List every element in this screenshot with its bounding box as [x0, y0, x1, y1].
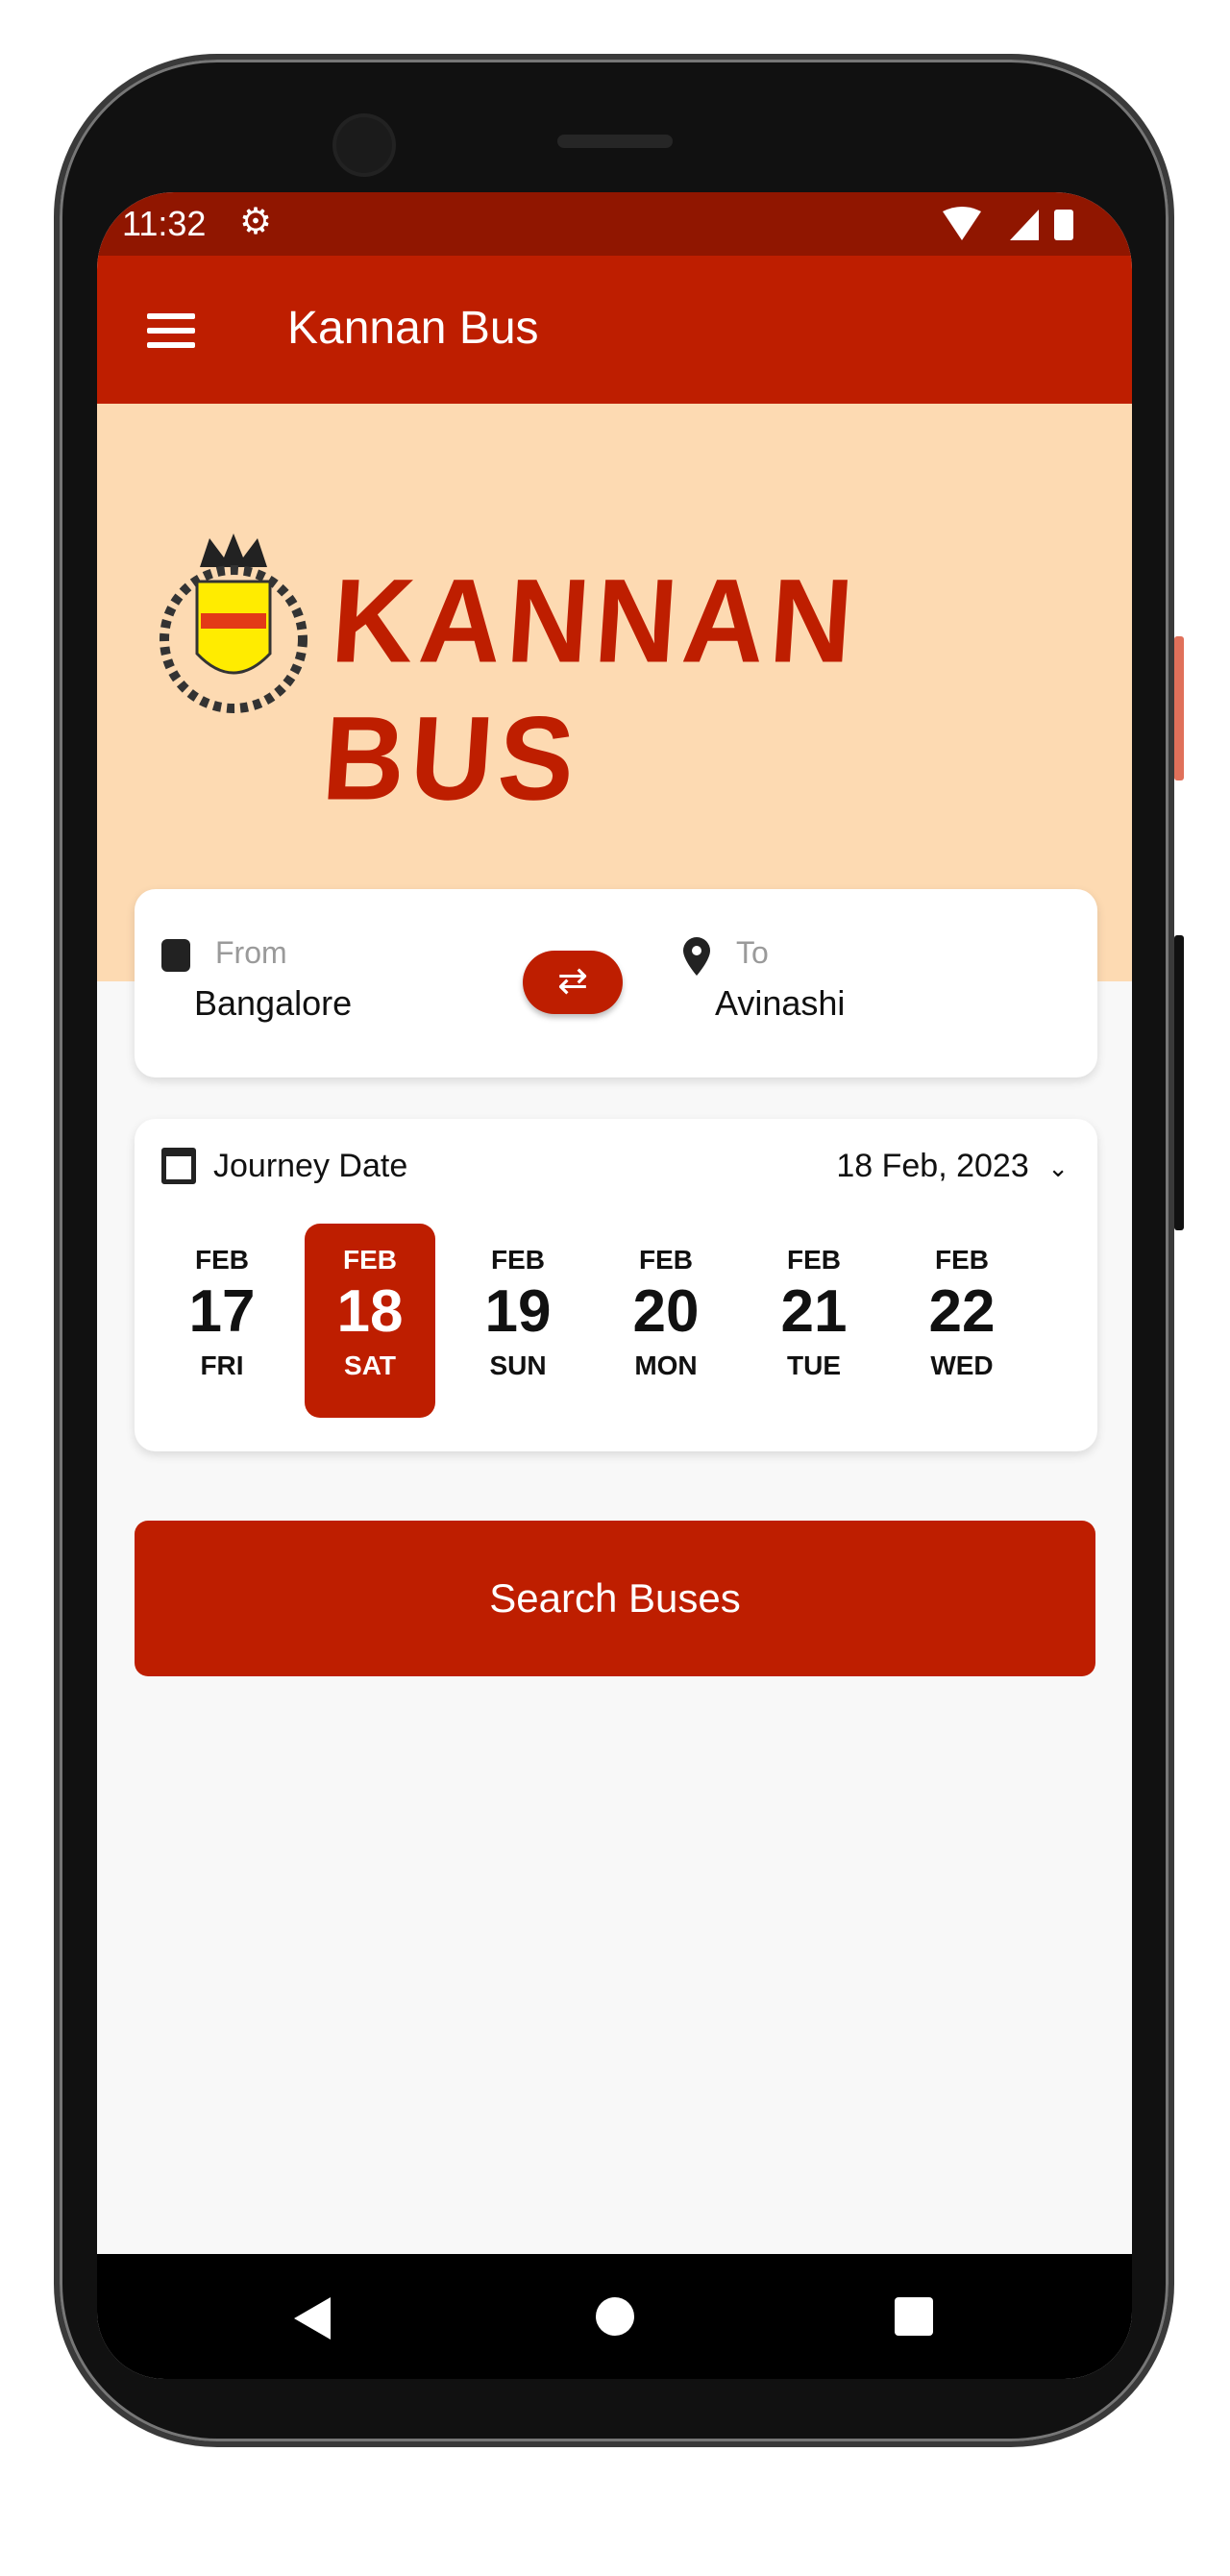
calendar-icon [161, 1148, 196, 1184]
recents-icon[interactable] [895, 2297, 933, 2336]
screen: 11:32 ⚙ Kannan Bus KANNAN BUS From Banga… [97, 192, 1132, 2379]
back-icon[interactable] [294, 2297, 332, 2340]
date-strip: FEB 17 FRI FEB 18 SAT FEB 19 SUN FEB 20 MON FEB 2… [157, 1224, 1027, 1418]
power-button [1174, 935, 1184, 1230]
bus-icon [161, 939, 190, 972]
logo-text: KANNAN BUS [318, 555, 863, 826]
to-label: To [736, 935, 769, 970]
route-card: From Bangalore ⇄ To Avinashi [135, 889, 1097, 1077]
date-option-17[interactable]: FEB 17 FRI [157, 1224, 287, 1418]
chevron-down-icon: ⌄ [1047, 1153, 1069, 1182]
weekday: SAT [344, 1350, 396, 1381]
from-label: From [215, 935, 287, 970]
date-option-18-selected[interactable]: FEB 18 SAT [305, 1224, 435, 1418]
signal-icon [1010, 210, 1039, 240]
date-option-22[interactable]: FEB 22 WED [897, 1224, 1027, 1418]
journey-date-label: Journey Date [213, 1148, 408, 1184]
search-buses-button[interactable]: Search Buses [135, 1521, 1095, 1676]
month: FEB [787, 1245, 841, 1275]
location-pin-icon [683, 937, 710, 976]
hamburger-menu-icon[interactable] [147, 313, 195, 348]
day: 18 [336, 1278, 404, 1345]
settings-icon: ⚙ [239, 202, 273, 242]
day: 17 [188, 1278, 256, 1345]
month: FEB [195, 1245, 249, 1275]
home-icon[interactable] [596, 2297, 634, 2336]
weekday: TUE [787, 1350, 841, 1381]
date-picker-dropdown[interactable]: 18 Feb, 2023 ⌄ [836, 1148, 1069, 1185]
day: 22 [928, 1278, 996, 1345]
wifi-icon [943, 207, 981, 240]
volume-button [1174, 636, 1184, 780]
month: FEB [935, 1245, 989, 1275]
status-icons [943, 207, 1073, 240]
month: FEB [343, 1245, 397, 1275]
weekday: WED [930, 1350, 994, 1381]
weekday: SUN [489, 1350, 547, 1381]
to-input[interactable]: Avinashi [715, 983, 845, 1024]
app-title: Kannan Bus [287, 303, 539, 354]
swap-button[interactable]: ⇄ [523, 951, 623, 1014]
day: 20 [632, 1278, 700, 1345]
month: FEB [491, 1245, 545, 1275]
weekday: FRI [200, 1350, 244, 1381]
status-bar: 11:32 ⚙ [97, 192, 1132, 256]
date-option-20[interactable]: FEB 20 MON [601, 1224, 731, 1418]
battery-icon [1054, 210, 1073, 240]
speaker [557, 135, 673, 148]
day: 21 [780, 1278, 848, 1345]
date-option-21[interactable]: FEB 21 TUE [749, 1224, 879, 1418]
camera [336, 117, 392, 173]
navigation-bar [97, 2254, 1132, 2379]
logo-emblem [160, 533, 308, 713]
selected-date: 18 Feb, 2023 [836, 1148, 1029, 1184]
month: FEB [639, 1245, 693, 1275]
weekday: MON [634, 1350, 698, 1381]
date-option-19[interactable]: FEB 19 SUN [453, 1224, 583, 1418]
app-bar: Kannan Bus [97, 256, 1132, 404]
from-input[interactable]: Bangalore [194, 983, 352, 1024]
journey-date-card: Journey Date 18 Feb, 2023 ⌄ FEB 17 FRI FEB… [135, 1119, 1097, 1451]
status-time: 11:32 [122, 204, 207, 243]
day: 19 [484, 1278, 552, 1345]
